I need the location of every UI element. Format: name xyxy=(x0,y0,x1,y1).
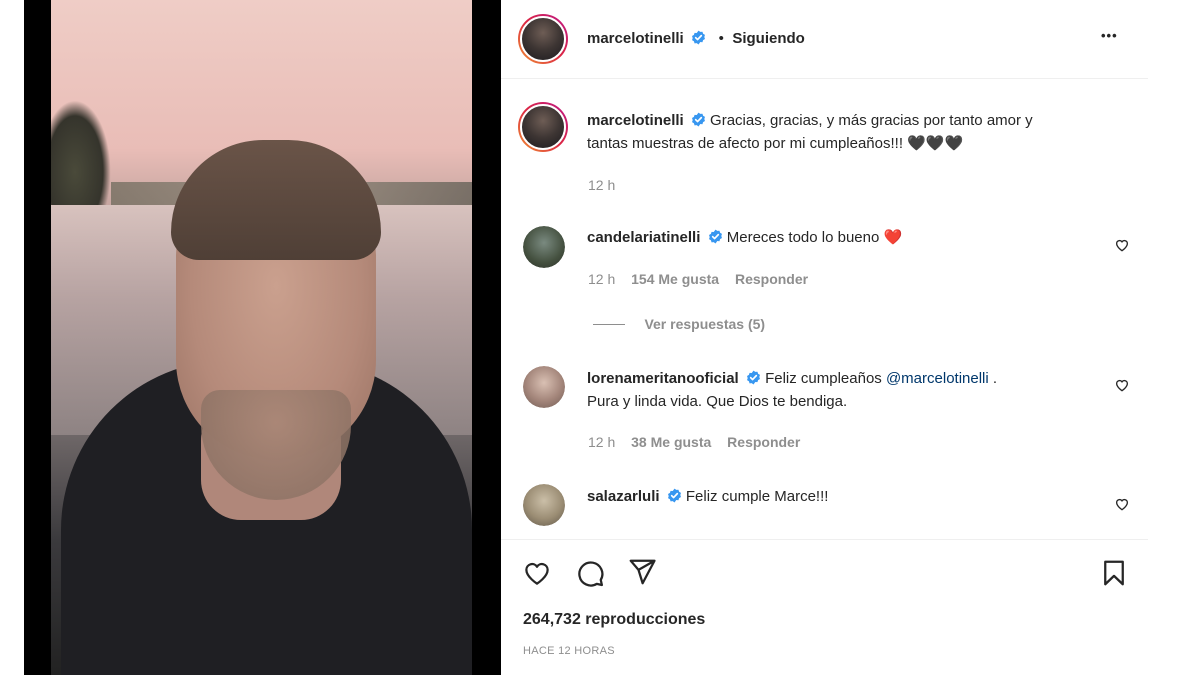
comment-avatar[interactable] xyxy=(523,226,565,268)
video-person-hair xyxy=(171,140,381,260)
header-separator: • xyxy=(718,30,724,47)
comment-2-text: Feliz cumpleaños xyxy=(765,370,886,387)
view-replies-line xyxy=(593,324,625,326)
header-username[interactable]: marcelotinelli xyxy=(587,30,684,47)
comment-avatar-image xyxy=(523,366,565,408)
header-divider xyxy=(501,78,1148,79)
caption-text-line1: Gracias, gracias, y más gracias por tant… xyxy=(710,112,1033,129)
header-avatar-image xyxy=(520,16,566,62)
comment-1-text: Mereces todo lo bueno ❤️ xyxy=(726,229,903,246)
verified-icon xyxy=(691,112,705,127)
comment-2-likes[interactable]: 38 Me gusta xyxy=(631,434,711,450)
comment-2-reply-button[interactable]: Responder xyxy=(727,434,800,450)
comment-2-meta: 12 h 38 Me gusta Responder xyxy=(588,434,800,450)
comment-2-like-heart-icon[interactable] xyxy=(1114,377,1130,393)
video-frame[interactable] xyxy=(51,0,472,675)
caption-text-line2: tantas muestras de afecto por mi cumplea… xyxy=(587,135,964,152)
header-avatar[interactable] xyxy=(518,14,568,64)
comment-avatar-image xyxy=(523,484,565,526)
post-time[interactable]: HACE 12 HORAS xyxy=(523,645,615,657)
verified-icon xyxy=(746,370,760,385)
heart-icon[interactable] xyxy=(522,558,552,588)
views-count[interactable]: 264,732 reproducciones xyxy=(523,611,705,629)
caption-time[interactable]: 12 h xyxy=(588,177,615,193)
video-trees xyxy=(51,100,111,220)
view-replies-button[interactable]: Ver respuestas (5) xyxy=(593,316,765,334)
comment-1: candelariatinelli Mereces todo lo bueno … xyxy=(587,226,902,249)
comment-1-reply-button[interactable]: Responder xyxy=(735,271,808,287)
follow-status-button[interactable]: Siguiendo xyxy=(732,30,805,47)
comment-2-time[interactable]: 12 h xyxy=(588,434,615,450)
comment-1-likes[interactable]: 154 Me gusta xyxy=(631,271,719,287)
comment-1-time[interactable]: 12 h xyxy=(588,271,615,287)
caption: marcelotinelli Gracias, gracias, y más g… xyxy=(587,109,1127,155)
video-container[interactable] xyxy=(24,0,501,675)
comment-3-username[interactable]: salazarluli xyxy=(587,488,660,505)
comment-avatar[interactable] xyxy=(523,484,565,526)
verified-icon xyxy=(667,488,681,503)
comment-1-username[interactable]: candelariatinelli xyxy=(587,229,700,246)
comment-1-like-heart-icon[interactable] xyxy=(1114,237,1130,253)
comment-2-username[interactable]: lorenameritanooficial xyxy=(587,370,739,387)
verified-icon xyxy=(692,30,706,45)
caption-username[interactable]: marcelotinelli xyxy=(587,112,684,129)
post-panel: marcelotinelli • Siguiendo ••• marceloti… xyxy=(501,0,1148,675)
comment-3: salazarluli Feliz cumple Marce!!! xyxy=(587,485,828,508)
comment-2: lorenameritanooficial Feliz cumpleaños @… xyxy=(587,367,1107,413)
comment-3-like-heart-icon[interactable] xyxy=(1114,496,1130,512)
view-replies-label: Ver respuestas (5) xyxy=(644,316,766,332)
comment-2-text-end: . xyxy=(988,370,998,387)
caption-avatar-image xyxy=(520,104,566,150)
comment-avatar-image xyxy=(523,226,565,268)
comment-1-meta: 12 h 154 Me gusta Responder xyxy=(588,271,808,287)
comment-2-text-line2: Pura y linda vida. Que Dios te bendiga. xyxy=(587,393,848,410)
verified-icon xyxy=(708,229,722,244)
comment-icon[interactable] xyxy=(575,558,605,588)
caption-avatar[interactable] xyxy=(518,102,568,152)
comment-2-mention-link[interactable]: @marcelotinelli xyxy=(886,370,989,387)
comment-avatar[interactable] xyxy=(523,366,565,408)
comment-3-text: Feliz cumple Marce!!! xyxy=(685,488,829,505)
actions-divider xyxy=(501,539,1148,540)
bookmark-icon[interactable] xyxy=(1099,558,1129,588)
share-icon[interactable] xyxy=(627,557,657,587)
more-icon[interactable]: ••• xyxy=(1101,28,1118,43)
header-user: marcelotinelli • Siguiendo xyxy=(587,27,805,50)
